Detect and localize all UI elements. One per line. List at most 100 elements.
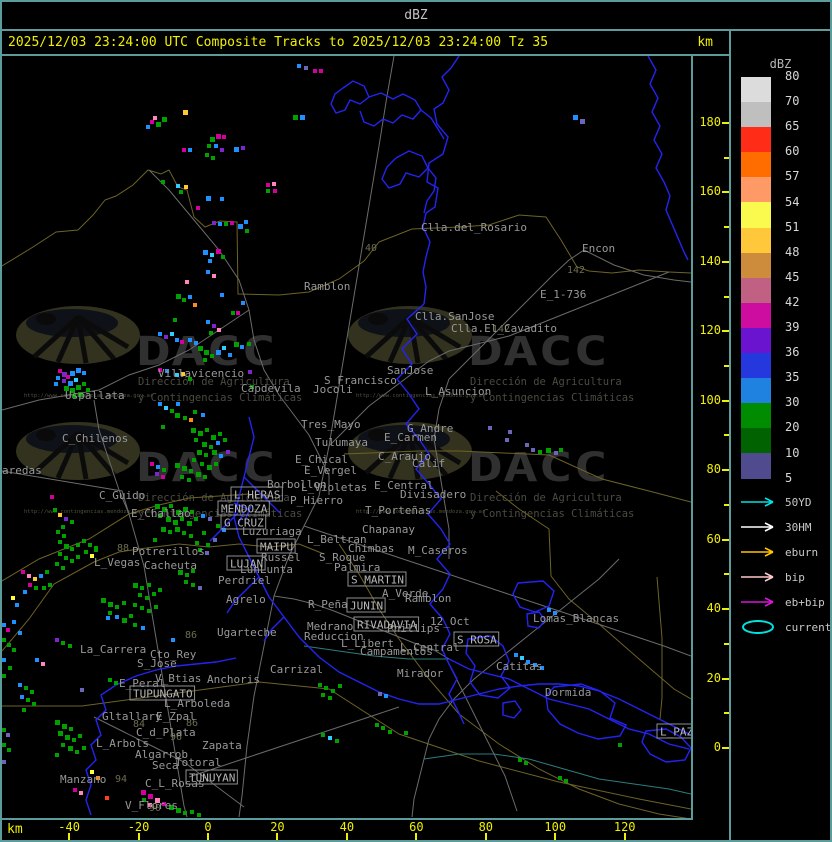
radar-echo	[187, 521, 192, 526]
map-place-label: Agrelo	[226, 593, 266, 606]
radar-echo	[193, 303, 197, 307]
radar-echo	[188, 148, 192, 152]
radar-echo	[313, 69, 317, 73]
radar-echo	[18, 631, 22, 635]
radar-echo	[219, 454, 223, 458]
x-axis-label: 80	[478, 820, 494, 834]
x-axis-label: 100	[544, 820, 567, 834]
radar-echo	[375, 723, 379, 727]
legend-item-label: current	[785, 620, 832, 634]
radar-echo	[133, 603, 137, 607]
river-line	[422, 55, 460, 305]
y-axis-label: 100	[699, 392, 721, 407]
map-place-label: Potrerillos	[132, 545, 205, 558]
radar-echo	[293, 115, 298, 120]
radar-echo	[7, 643, 11, 647]
dbz-color-swatch	[741, 152, 771, 178]
map-place-label: Gltallary	[102, 710, 162, 723]
radar-echo	[183, 416, 187, 420]
map-place-label: V_Flores	[125, 799, 178, 812]
radar-echo	[153, 538, 157, 542]
radar-echo	[18, 683, 22, 687]
map-place-label: Encon	[582, 242, 615, 255]
map-place-label: E_1-736	[540, 288, 586, 301]
radar-echo	[324, 686, 328, 690]
river-line	[647, 55, 689, 261]
radar-echo	[6, 733, 10, 737]
radar-echo	[381, 726, 385, 730]
radar-echo	[200, 462, 204, 466]
radar-echo	[216, 441, 220, 445]
legend-item-label: eb+bip	[785, 595, 825, 609]
x-axis-label: 20	[270, 820, 285, 834]
radar-echo	[22, 708, 26, 712]
radar-echo	[2, 638, 6, 642]
radar-echo	[176, 402, 180, 406]
radar-echo	[150, 462, 154, 466]
radar-echo	[147, 583, 151, 587]
radar-echo	[192, 458, 196, 462]
radar-echo	[30, 690, 34, 694]
radar-echo	[554, 451, 558, 455]
track-arrow-icon	[741, 547, 774, 557]
radar-echo	[61, 525, 65, 529]
radar-echo	[155, 472, 159, 476]
x-axis-label: 0	[204, 820, 212, 834]
map-place-label: Calif	[412, 457, 445, 470]
radar-echo	[141, 626, 145, 630]
radar-echo	[241, 146, 245, 150]
map-city-label: RIVADAVIA	[357, 619, 417, 632]
dbz-color-swatch	[741, 252, 771, 278]
radar-echo	[168, 530, 172, 534]
radar-map: DACC Dirección de Agricultura y Contingenc…	[2, 55, 696, 820]
map-place-label: E_Vergel	[304, 464, 357, 477]
x-axis: km -40 -20 0 20 40 60 80 100 120	[2, 820, 731, 840]
radar-echo	[211, 156, 215, 160]
radar-echo	[218, 432, 222, 436]
map-place-label: C_Guido	[99, 489, 145, 502]
y-axis: 0 20 40 60 80 100 120 140 160 180	[695, 56, 731, 820]
radar-echo	[70, 371, 75, 376]
radar-echo	[205, 428, 209, 432]
radar-echo	[74, 378, 78, 382]
radar-echo	[183, 110, 188, 115]
radar-echo	[182, 466, 187, 471]
x-axis-tick	[415, 833, 418, 840]
radar-echo	[68, 644, 72, 648]
legend-item-eb+bip: eb+bip	[735, 591, 825, 613]
radar-echo	[196, 472, 201, 477]
dbz-color-swatch	[741, 378, 771, 404]
radar-echo	[2, 728, 6, 732]
radar-echo	[338, 684, 342, 688]
radar-echo	[84, 550, 88, 554]
map-place-label: Zapata	[202, 739, 242, 752]
x-axis-tick	[484, 833, 487, 840]
radar-echo	[153, 116, 157, 120]
map-place-label: Catitas	[496, 660, 542, 673]
radar-echo	[189, 534, 193, 538]
map-city-label: L_HERAS	[234, 489, 280, 502]
map-place-label: Dormida	[545, 686, 591, 699]
watermark-subtitle: Dirección de Agricultura	[470, 376, 622, 388]
x-axis-tick	[623, 833, 626, 840]
dbz-scale-label: 70	[785, 94, 800, 109]
radar-echo	[55, 562, 59, 566]
radar-echo	[162, 117, 167, 122]
status-header: 2025/12/03 23:24:00 UTC Composite Tracks…	[2, 31, 731, 56]
radar-echo	[154, 605, 158, 609]
radar-echo	[297, 64, 301, 68]
radar-echo	[173, 520, 178, 525]
map-place-label: Uspallata	[65, 389, 125, 402]
boundary-line	[656, 576, 663, 720]
map-place-label: aredas	[2, 464, 42, 477]
dbz-scale-label: 39	[785, 320, 800, 334]
radar-echo	[538, 450, 542, 454]
radar-echo	[171, 638, 175, 642]
y-axis-label: 40	[706, 601, 721, 616]
radar-echo	[207, 465, 212, 470]
radar-echo	[129, 614, 133, 618]
y-axis-label: 160	[699, 184, 721, 199]
radar-echo	[335, 739, 339, 743]
map-place-label: E_Challao	[131, 507, 191, 520]
radar-echo	[193, 410, 197, 414]
